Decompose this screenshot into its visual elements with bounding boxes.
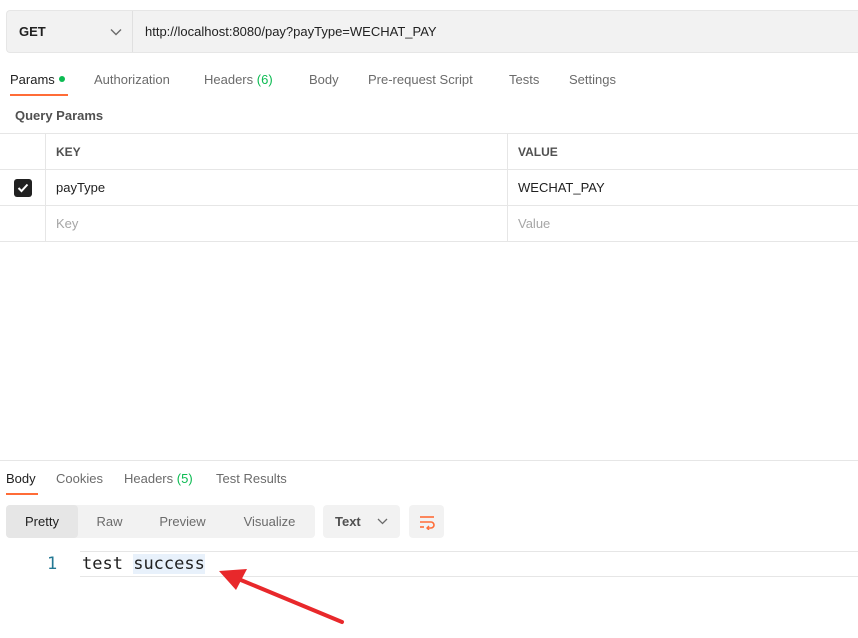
tab-tests[interactable]: Tests bbox=[509, 72, 539, 87]
chevron-down-icon bbox=[110, 28, 122, 35]
response-format-select[interactable]: Text bbox=[323, 505, 400, 538]
wrap-lines-icon bbox=[419, 515, 435, 530]
row-checkbox-cell bbox=[0, 170, 46, 205]
new-value-input[interactable]: Value bbox=[508, 206, 858, 241]
response-tab-headers[interactable]: Headers (5) bbox=[124, 471, 193, 486]
mode-preview[interactable]: Preview bbox=[141, 505, 224, 538]
active-tab-indicator bbox=[10, 94, 68, 96]
response-tab-test-results[interactable]: Test Results bbox=[216, 471, 287, 486]
tab-params[interactable]: Params bbox=[10, 72, 65, 87]
chevron-down-icon bbox=[377, 518, 388, 525]
response-tab-body[interactable]: Body bbox=[6, 471, 36, 486]
tab-settings[interactable]: Settings bbox=[569, 72, 616, 87]
response-active-tab-indicator bbox=[6, 493, 38, 495]
response-body-text: test success bbox=[82, 554, 205, 574]
tab-body[interactable]: Body bbox=[309, 72, 339, 87]
mode-raw[interactable]: Raw bbox=[78, 505, 141, 538]
column-header-key: KEY bbox=[46, 134, 508, 169]
column-header-value: VALUE bbox=[518, 144, 558, 159]
mode-visualize[interactable]: Visualize bbox=[224, 505, 315, 538]
request-url-bar: GET http://localhost:8080/pay?payType=WE… bbox=[6, 10, 858, 53]
response-view-mode: Pretty Raw Preview Visualize bbox=[6, 505, 315, 538]
table-header-row: KEY VALUE bbox=[0, 134, 858, 170]
response-format-label: Text bbox=[335, 514, 361, 529]
method-select[interactable]: GET bbox=[7, 11, 133, 52]
tab-headers-label: Headers bbox=[204, 72, 254, 87]
response-tabs: Body Cookies Headers (5) Test Results bbox=[0, 469, 858, 497]
table-row: payType WECHAT_PAY bbox=[0, 170, 858, 206]
new-row-checkbox-cell bbox=[0, 206, 46, 241]
header-checkbox-cell bbox=[0, 134, 46, 169]
query-params-title: Query Params bbox=[15, 108, 104, 123]
response-body-word: test bbox=[82, 554, 123, 574]
line-number: 1 bbox=[47, 554, 58, 574]
new-key-input[interactable]: Key bbox=[46, 206, 508, 241]
method-label: GET bbox=[19, 24, 46, 39]
table-row-new: Key Value bbox=[0, 206, 858, 242]
response-body-word-highlighted: success bbox=[133, 554, 205, 574]
param-enabled-checkbox[interactable] bbox=[13, 178, 32, 197]
tab-pre-request-script[interactable]: Pre-request Script bbox=[368, 72, 473, 87]
query-params-table: KEY VALUE payType WECHAT_PAY Key Value bbox=[0, 133, 858, 242]
mode-pretty[interactable]: Pretty bbox=[6, 505, 78, 538]
request-tabs: Params Authorization Headers (6) Body Pr… bbox=[0, 70, 858, 98]
response-body-editor[interactable]: 1 test success bbox=[0, 551, 858, 577]
params-active-dot-icon bbox=[58, 75, 65, 82]
tab-headers[interactable]: Headers (6) bbox=[204, 72, 273, 87]
wrap-lines-button[interactable] bbox=[409, 505, 444, 538]
response-pane-divider[interactable] bbox=[0, 460, 858, 461]
tab-headers-count: (6) bbox=[256, 72, 273, 87]
tab-authorization[interactable]: Authorization bbox=[94, 72, 170, 87]
response-tab-headers-count: (5) bbox=[176, 471, 193, 486]
check-icon bbox=[17, 183, 28, 192]
param-value-input[interactable]: WECHAT_PAY bbox=[508, 170, 858, 205]
url-input[interactable]: http://localhost:8080/pay?payType=WECHAT… bbox=[133, 24, 437, 39]
response-tab-cookies[interactable]: Cookies bbox=[56, 471, 103, 486]
tab-params-label: Params bbox=[10, 72, 55, 87]
param-key-input[interactable]: payType bbox=[46, 170, 508, 205]
response-tab-headers-label: Headers bbox=[124, 471, 174, 486]
